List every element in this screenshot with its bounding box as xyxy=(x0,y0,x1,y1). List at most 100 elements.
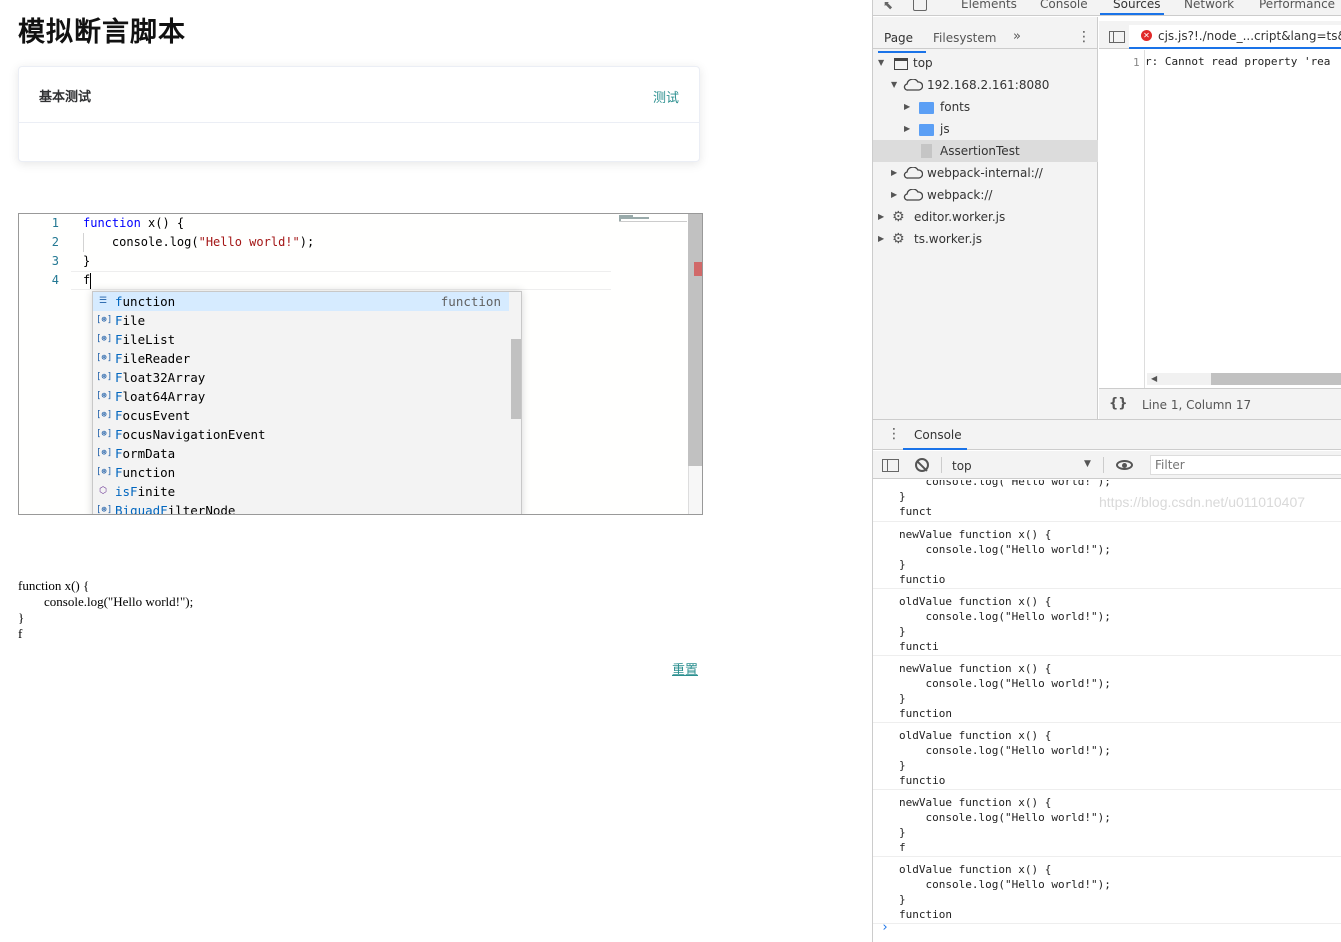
device-toggle-icon[interactable] xyxy=(913,0,927,11)
suggestion-item[interactable]: [⊛] FormData xyxy=(93,444,509,463)
editor-minimap[interactable] xyxy=(619,214,687,514)
suggestion-item[interactable]: ⬡ isFinite xyxy=(93,482,509,501)
devtools-tabbar: ⬉ Elements Console Sources Network Perfo… xyxy=(873,0,1341,16)
suggestion-item[interactable]: [⊛] FocusEvent xyxy=(93,406,509,425)
toolbar-divider xyxy=(941,457,942,473)
source-line-number: 1 xyxy=(1133,56,1140,69)
suggestion-item[interactable]: [⊛] Float64Array xyxy=(93,387,509,406)
console-message-line: newValue function x() { xyxy=(899,796,1052,809)
editor-scrollbar-thumb[interactable] xyxy=(688,214,702,466)
tab-elements[interactable]: Elements xyxy=(961,0,1017,11)
tree-item-top[interactable]: ▼ top xyxy=(873,52,1098,74)
collapse-triangle-icon[interactable]: ▶ xyxy=(878,228,884,250)
navigator-tabs: Page Filesystem » ⋮ xyxy=(873,21,1098,53)
tab-performance[interactable]: Performance xyxy=(1259,0,1335,11)
suggestion-item[interactable]: [⊛] FocusNavigationEvent xyxy=(93,425,509,444)
console-message-line: oldValue function x() { xyxy=(899,863,1052,876)
card-title: 基本测试 xyxy=(39,90,92,105)
variable-icon: [⊛] xyxy=(96,334,113,344)
tab-sources[interactable]: Sources xyxy=(1113,0,1160,11)
collapse-triangle-icon[interactable]: ▶ xyxy=(878,206,884,228)
suggestion-widget[interactable]: [⊛] BiquadFilterNode ⬡ isFinite [⊛] Function[… xyxy=(92,291,522,515)
collapse-triangle-icon[interactable]: ▶ xyxy=(904,96,910,118)
suggestion-item[interactable]: [⊛] Function xyxy=(93,463,509,482)
cloud-icon xyxy=(903,79,923,91)
console-message-line: function xyxy=(899,908,952,921)
more-tabs-icon[interactable]: » xyxy=(1013,29,1021,44)
code-editor[interactable]: 1 2 3 4 function x() { console.log("Hell… xyxy=(18,213,703,515)
console-message-line: console.log("Hello world!"); xyxy=(899,480,1111,488)
kebab-menu-icon[interactable]: ⋮ xyxy=(1077,29,1091,45)
suggestion-label: Float64Array xyxy=(115,389,206,404)
tree-item-webpack-internal[interactable]: ▶ webpack-internal:// xyxy=(873,162,1098,184)
tab-network[interactable]: Network xyxy=(1184,0,1234,11)
editor-scrollbar[interactable] xyxy=(688,214,702,514)
suggestion-item[interactable]: [⊛] BiquadFilterNode xyxy=(93,501,509,515)
console-message-line: oldValue function x() { xyxy=(899,595,1052,608)
suggestion-item[interactable]: [⊛] File xyxy=(93,311,509,330)
cloud-icon xyxy=(903,167,923,179)
tree-item-js[interactable]: ▶ js xyxy=(873,118,1098,140)
collapse-triangle-icon[interactable]: ▶ xyxy=(891,162,897,184)
console-prompt-icon[interactable]: › xyxy=(881,920,889,935)
source-tabbar: ✕ cjs.js?!./node_...cript&lang=ts& xyxy=(1099,21,1341,49)
console-message-line: funct xyxy=(899,505,933,518)
collapse-triangle-icon[interactable]: ▶ xyxy=(891,184,897,206)
collapse-triangle-icon[interactable]: ▶ xyxy=(904,118,910,140)
devtools-panel: ⬉ Elements Console Sources Network Perfo… xyxy=(872,0,1341,942)
error-marker xyxy=(694,262,702,276)
reset-button[interactable]: 重置 xyxy=(672,659,698,678)
inspect-icon[interactable]: ⬉ xyxy=(883,0,897,12)
tree-item-ts-worker[interactable]: ▶ ⚙ ts.worker.js xyxy=(873,228,1098,250)
app-page: 模拟断言脚本 基本测试 测试 1 2 3 4 function x() { co… xyxy=(0,0,872,942)
source-scrollbar-thumb[interactable] xyxy=(1211,373,1341,385)
line-number: 1 xyxy=(51,216,59,230)
console-message-line: console.log("Hello world!"); xyxy=(899,543,1111,556)
tree-item-host[interactable]: ▼ 192.168.2.161:8080 xyxy=(873,74,1098,96)
variable-icon: [⊛] xyxy=(96,505,113,515)
test-button[interactable]: 测试 xyxy=(653,87,679,106)
toggle-navigator-icon[interactable] xyxy=(1109,31,1125,43)
suggestion-item[interactable]: [⊛] FileList xyxy=(93,330,509,349)
navigator-tab-page[interactable]: Page xyxy=(884,31,913,45)
suggestion-scrollbar[interactable] xyxy=(511,339,521,419)
tree-item-editor-worker[interactable]: ▶ ⚙ editor.worker.js xyxy=(873,206,1098,228)
suggestion-item[interactable]: ☰ function function xyxy=(93,292,509,311)
console-message-line: } xyxy=(899,759,906,772)
tree-item-assertiontest[interactable]: AssertionTest xyxy=(873,140,1098,162)
console-message-line: f xyxy=(899,841,906,854)
variable-icon: [⊛] xyxy=(96,429,113,439)
pretty-print-button[interactable]: {} xyxy=(1109,396,1128,411)
suggestion-item[interactable]: [⊛] FileReader xyxy=(93,349,509,368)
console-message-line: functi xyxy=(899,640,939,653)
source-line: r: Cannot read property 'rea xyxy=(1145,55,1331,68)
minimap-viewport xyxy=(619,221,687,222)
live-expression-eye-icon[interactable] xyxy=(1116,460,1133,470)
expand-triangle-icon[interactable]: ▼ xyxy=(891,74,897,96)
current-line-highlight xyxy=(71,271,611,290)
suggestion-label: isFinite xyxy=(115,484,176,499)
variable-icon: [⊛] xyxy=(96,448,113,458)
code-output: function x() { console.log("Hello world!… xyxy=(18,578,194,641)
drawer-tab-console[interactable]: Console xyxy=(914,428,962,442)
show-sidebar-icon[interactable] xyxy=(882,459,899,472)
suggestion-label: FileReader xyxy=(115,351,191,366)
chevron-down-icon[interactable]: ▼ xyxy=(1084,459,1091,469)
expand-triangle-icon[interactable]: ▼ xyxy=(878,52,884,74)
scroll-left-icon[interactable]: ◀ xyxy=(1151,373,1157,385)
source-horizontal-scrollbar[interactable]: ◀ xyxy=(1147,373,1341,385)
console-filter-input[interactable] xyxy=(1150,455,1341,475)
tab-console[interactable]: Console xyxy=(1040,0,1088,11)
navigator-tab-filesystem[interactable]: Filesystem xyxy=(933,31,996,45)
source-file-tab[interactable]: ✕ cjs.js?!./node_...cript&lang=ts& xyxy=(1129,25,1341,49)
page-title: 模拟断言脚本 xyxy=(18,17,186,48)
suggestion-label: BiquadFilterNode xyxy=(115,503,236,515)
tree-item-webpack[interactable]: ▶ webpack:// xyxy=(873,184,1098,206)
suggestion-item[interactable]: [⊛] Float32Array xyxy=(93,368,509,387)
context-selector[interactable]: top xyxy=(952,459,972,473)
tree-item-fonts[interactable]: ▶ fonts xyxy=(873,96,1098,118)
variable-icon: [⊛] xyxy=(96,353,113,363)
clear-console-icon[interactable] xyxy=(915,458,929,472)
error-icon: ✕ xyxy=(1141,30,1152,41)
kebab-menu-icon[interactable]: ⋮ xyxy=(887,426,901,442)
